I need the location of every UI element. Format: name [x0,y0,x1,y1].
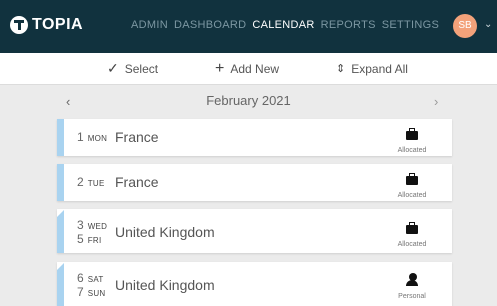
calendar-toolbar: ✓ Select + Add New ⇕ Expand All [0,53,497,85]
destination: France [115,174,159,190]
topia-logo-icon [10,16,28,34]
destination: United Kingdom [115,277,215,293]
entry-type: Allocated [388,172,436,199]
day-number: 7 [77,285,84,299]
day-number: 6 [77,271,84,285]
card-dates: 2 TUE [77,176,105,190]
entry-type: Allocated [388,127,436,154]
card-corner [57,209,65,217]
nav-item-dashboard[interactable]: DASHBOARD [174,19,246,31]
select-button[interactable]: ✓ Select [107,53,158,84]
person-pin-icon [405,273,419,286]
nav-item-settings[interactable]: SETTINGS [382,19,439,31]
briefcase-icon [406,222,418,234]
checkmark-icon: ✓ [107,60,119,76]
card-corner [57,262,65,270]
nav-item-admin[interactable]: ADMIN [131,19,168,31]
trip-card[interactable]: 3 WED 5 FRI United Kingdom Allocated [57,209,452,253]
weekday: TUE [87,179,105,188]
entry-type-label: Personal [398,293,426,300]
day-number: 3 [77,218,84,232]
add-new-button[interactable]: + Add New [215,53,279,84]
briefcase-icon [406,173,418,185]
add-new-label: Add New [230,61,280,76]
destination: France [115,129,159,145]
weekday: FRI [87,236,102,245]
card-stripe [57,119,64,156]
expand-icon: ⇕ [336,63,346,75]
entry-type-label: Allocated [397,147,427,154]
entry-type-label: Allocated [397,241,427,248]
entry-type-label: Allocated [397,192,427,199]
card-dates: 1 MON [77,131,107,145]
month-title: February 2021 [206,93,291,108]
next-month-button[interactable]: › [434,94,438,109]
card-stripe [57,164,64,201]
weekday: MON [87,134,108,143]
expand-all-label: Expand All [351,61,408,76]
weekday: SUN [87,289,106,298]
weekday: SAT [87,275,104,284]
entry-type: Allocated [388,221,436,248]
trip-card[interactable]: 6 SAT 7 SUN United Kingdom Personal [57,262,452,306]
card-dates: 6 SAT 7 SUN [77,272,105,300]
expand-all-button[interactable]: ⇕ Expand All [336,53,408,84]
briefcase-icon [406,128,418,140]
main-nav: ADMIN DASHBOARD CALENDAR REPORTS SETTING… [131,19,445,31]
nav-item-reports[interactable]: REPORTS [321,19,376,31]
weekday: WED [87,222,108,231]
chevron-down-icon[interactable]: ⌄ [484,19,492,30]
entry-type: Personal [388,273,436,300]
user-avatar[interactable]: SB [453,14,477,38]
topia-logo[interactable]: TOPIA [10,16,83,34]
trip-card[interactable]: 1 MON France Allocated [57,119,452,156]
day-number: 2 [77,175,84,189]
nav-item-calendar[interactable]: CALENDAR [252,19,314,31]
select-label: Select [124,61,159,76]
top-navigation-bar: TOPIA ADMIN DASHBOARD CALENDAR REPORTS S… [0,0,497,53]
trip-card[interactable]: 2 TUE France Allocated [57,164,452,201]
logo-text: TOPIA [32,16,84,33]
day-number: 5 [77,232,84,246]
card-dates: 3 WED 5 FRI [77,219,107,247]
destination: United Kingdom [115,224,215,240]
plus-icon: + [215,59,225,77]
day-number: 1 [77,130,84,144]
month-navigator: ‹ February 2021 › [0,86,497,114]
